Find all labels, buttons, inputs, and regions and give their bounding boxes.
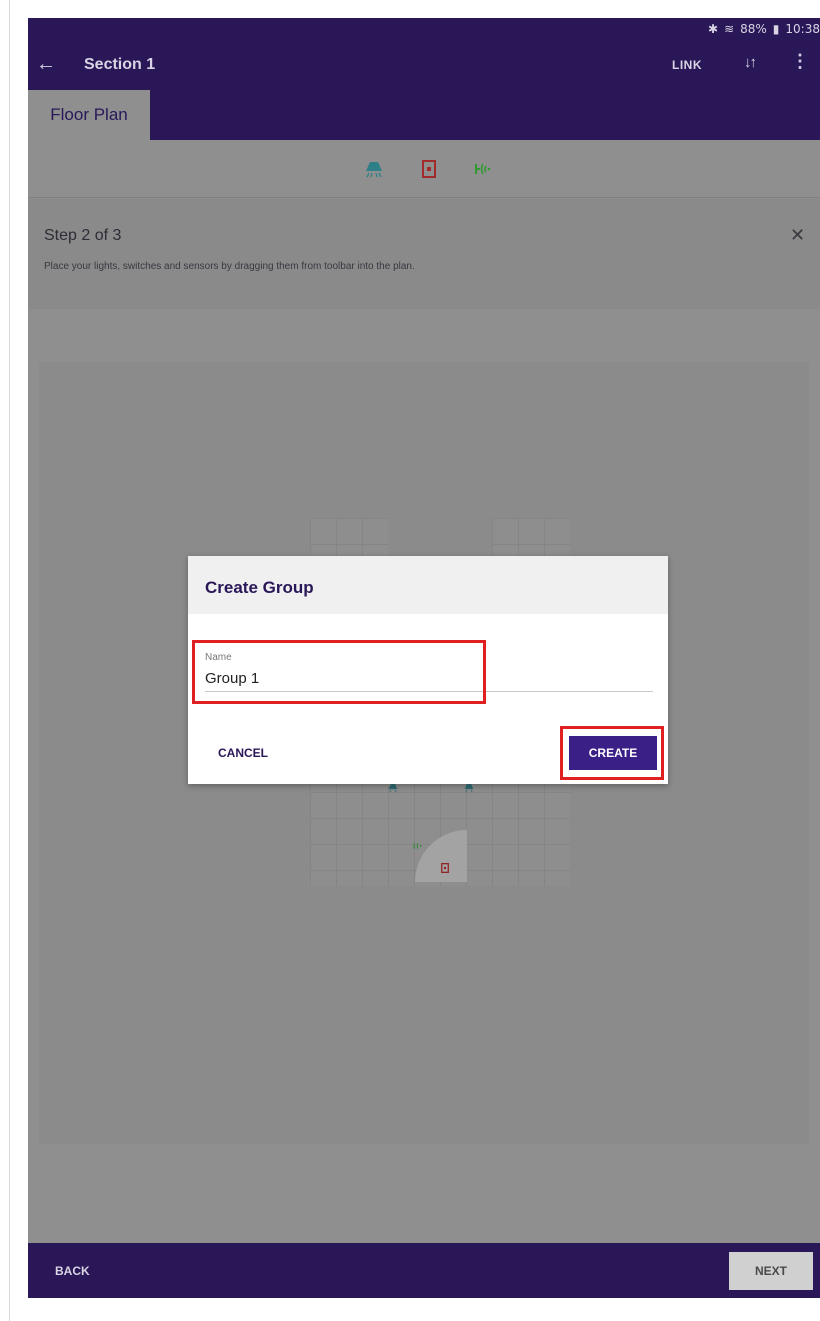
more-vert-icon[interactable]: ⋮ <box>791 52 809 70</box>
back-button[interactable]: BACK <box>55 1264 90 1278</box>
clock: 10:38 <box>785 22 820 36</box>
switch-icon[interactable] <box>418 158 440 180</box>
device-toolbar <box>28 140 820 198</box>
dialog-header: Create Group <box>188 556 668 614</box>
link-button[interactable]: LINK <box>672 58 702 72</box>
sensor-icon[interactable] <box>472 158 494 180</box>
light-icon[interactable] <box>363 158 385 180</box>
page-title: Section 1 <box>84 56 156 73</box>
wifi-icon: ≋ <box>724 22 735 36</box>
status-bar: ✱ ≋ 88% ▮ 10:38 <box>28 18 820 40</box>
step-instructions: Step 2 of 3 Place your lights, switches … <box>28 199 820 309</box>
battery-percent: 88% <box>740 22 767 36</box>
app-bar: ← Section 1 LINK ↓↑ ⋮ Floor Plan <box>28 40 820 140</box>
sort-icon[interactable]: ↓↑ <box>744 54 757 71</box>
bottom-navigation-bar: BACK NEXT <box>28 1243 820 1298</box>
page-left-border <box>9 0 10 1321</box>
cancel-button[interactable]: CANCEL <box>218 746 268 760</box>
name-field-highlight <box>192 640 486 704</box>
placed-sensor-icon[interactable] <box>412 840 424 852</box>
placed-switch-icon[interactable] <box>439 862 451 874</box>
create-button-highlight <box>560 726 664 780</box>
battery-icon: ▮ <box>772 22 780 36</box>
next-button[interactable]: NEXT <box>729 1252 813 1290</box>
step-description: Place your lights, switches and sensors … <box>44 261 415 272</box>
tab-floor-plan[interactable]: Floor Plan <box>28 90 150 140</box>
back-arrow-icon[interactable]: ← <box>36 54 56 74</box>
bluetooth-icon: ✱ <box>708 22 719 36</box>
create-group-dialog: Create Group Name CANCEL CREATE <box>188 556 668 784</box>
close-icon[interactable]: ✕ <box>790 225 805 246</box>
dialog-title: Create Group <box>205 578 314 597</box>
step-title: Step 2 of 3 <box>44 227 122 244</box>
